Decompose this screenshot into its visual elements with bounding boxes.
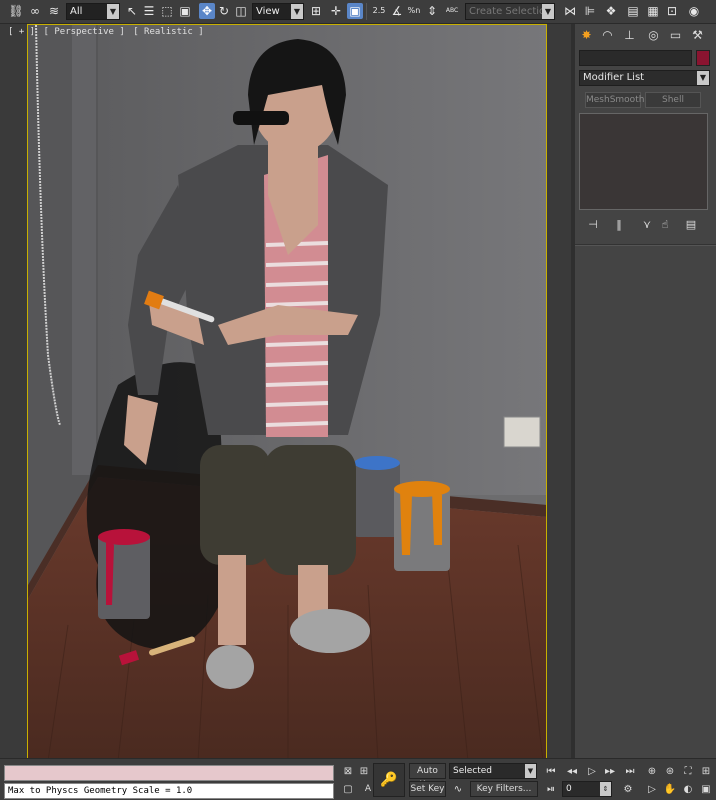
chevron-down-icon: ▼ bbox=[107, 4, 119, 19]
meshsmooth-button[interactable]: MeshSmooth bbox=[585, 92, 644, 108]
spinner-snap-icon[interactable]: ⇕ bbox=[424, 3, 440, 19]
display-tab-icon[interactable]: ▭ bbox=[667, 26, 684, 43]
maxscript-output-line[interactable]: Max to Physcs Geometry Scale = 1.0 bbox=[4, 783, 334, 799]
graphite-ribbon-icon[interactable]: ▤ bbox=[625, 3, 641, 19]
object-color-swatch[interactable] bbox=[696, 50, 710, 66]
next-frame-icon[interactable]: ▸▸ bbox=[602, 763, 618, 779]
status-bar: Max to Physcs Geometry Scale = 1.0 ⊠ ▢ ⊞… bbox=[0, 758, 716, 800]
key-mode-dropdown[interactable]: Selected ▼ bbox=[449, 763, 537, 779]
percent-snap-icon[interactable]: %n bbox=[406, 3, 422, 19]
chevron-down-icon: ▼ bbox=[697, 71, 709, 85]
make-unique-icon[interactable]: ⋎ bbox=[639, 216, 655, 232]
reference-coordinate-value: View bbox=[256, 6, 280, 17]
modifier-stack-list[interactable] bbox=[579, 113, 708, 210]
selection-filter-dropdown[interactable]: All ▼ bbox=[66, 3, 120, 20]
viewport-label[interactable]: [ + ] [ Perspective ] [ Realistic ] bbox=[8, 27, 207, 37]
absolute-mode-icon[interactable]: ⊞ bbox=[356, 763, 372, 779]
isolate-icon[interactable]: ▢ bbox=[340, 781, 356, 797]
select-manipulate-icon[interactable]: ✛ bbox=[328, 3, 344, 19]
chevron-down-icon: ▼ bbox=[542, 4, 554, 19]
key-mode-value: Selected bbox=[453, 766, 493, 776]
set-key-button[interactable]: Set Key bbox=[409, 781, 446, 797]
go-to-end-icon[interactable]: ⏭ bbox=[622, 763, 638, 779]
command-panel: ✸ ◠ ⊥ ◎ ▭ ⚒ Modifier List ▼ MeshSmooth S… bbox=[575, 24, 716, 758]
keyboard-shortcut-override-icon[interactable]: ▣ bbox=[347, 3, 363, 19]
pan-view-icon[interactable]: ✋ bbox=[662, 781, 678, 797]
window-crossing-icon[interactable]: ▣ bbox=[177, 3, 193, 19]
modifier-list-label: Modifier List bbox=[583, 72, 645, 83]
zoom-icon[interactable]: ⊕ bbox=[644, 763, 660, 779]
orbit-icon[interactable]: ◐ bbox=[680, 781, 696, 797]
layer-manager-icon[interactable]: ❖ bbox=[603, 3, 619, 19]
zoom-all-icon[interactable]: ⊛ bbox=[662, 763, 678, 779]
orange-paint-can bbox=[394, 481, 450, 571]
selection-filter-value: All bbox=[70, 6, 83, 17]
motion-tab-icon[interactable]: ◎ bbox=[645, 26, 662, 43]
panel-separator bbox=[575, 244, 716, 246]
field-of-view-icon[interactable]: ▷ bbox=[644, 781, 660, 797]
current-frame-field[interactable]: 0 ⇕ bbox=[562, 781, 612, 797]
edit-named-selections-icon[interactable]: ABC bbox=[444, 3, 460, 19]
rendered-scene bbox=[28, 25, 546, 759]
bind-space-warp-icon[interactable]: ≋ bbox=[46, 3, 62, 19]
align-icon[interactable]: ⊫ bbox=[582, 3, 598, 19]
current-frame-value: 0 bbox=[566, 784, 572, 794]
key-mode-toggle-icon[interactable]: ⏯ bbox=[543, 781, 559, 797]
lock-selection-icon[interactable]: ⊠ bbox=[340, 763, 356, 779]
modifier-list-dropdown[interactable]: Modifier List ▼ bbox=[579, 70, 710, 86]
red-paint-can bbox=[98, 529, 150, 619]
object-name-field[interactable] bbox=[579, 50, 692, 66]
hierarchy-tab-icon[interactable]: ⊥ bbox=[621, 26, 638, 43]
set-key-icon[interactable]: 🔑 bbox=[373, 763, 405, 797]
blue-paint-can bbox=[354, 456, 400, 537]
schematic-view-icon[interactable]: ⊡ bbox=[664, 3, 680, 19]
configure-modifier-sets-icon[interactable]: ▤ bbox=[683, 216, 699, 232]
show-end-result-icon[interactable]: ‖ bbox=[611, 216, 627, 232]
chevron-down-icon: ▼ bbox=[525, 764, 536, 778]
unlink-icon[interactable]: ∞ bbox=[27, 3, 43, 19]
shell-button[interactable]: Shell bbox=[645, 92, 701, 108]
remove-modifier-icon[interactable]: ☝ bbox=[657, 216, 673, 232]
perspective-viewport[interactable] bbox=[27, 24, 547, 760]
angle-snap-icon[interactable]: ∡ bbox=[389, 3, 405, 19]
chevron-down-icon: ▼ bbox=[291, 4, 303, 19]
pin-stack-icon[interactable]: ⊣ bbox=[585, 216, 601, 232]
named-selection-dropdown[interactable]: Create Selection Se ▼ bbox=[465, 3, 555, 20]
previous-frame-icon[interactable]: ◂◂ bbox=[564, 763, 580, 779]
reference-coordinate-dropdown[interactable]: View ▼ bbox=[252, 3, 304, 20]
default-tangent-icon[interactable]: ∿ bbox=[450, 781, 466, 797]
viewport-shading-menu[interactable]: [ Realistic ] bbox=[133, 27, 203, 37]
create-tab-icon[interactable]: ✸ bbox=[578, 26, 595, 43]
link-icon[interactable]: ⛓ bbox=[8, 3, 24, 19]
wall-outlet bbox=[503, 416, 541, 448]
main-toolbar: ⛓ ∞ ≋ All ▼ ↖ ☰ ⬚ ▣ ✥ ↻ ◫ View ▼ ⊞ ✛ ▣ 2… bbox=[0, 0, 716, 24]
select-by-name-icon[interactable]: ☰ bbox=[141, 3, 157, 19]
select-and-scale-icon[interactable]: ◫ bbox=[233, 3, 249, 19]
select-and-move-icon[interactable]: ✥ bbox=[199, 3, 215, 19]
viewport-plus-menu[interactable]: [ + ] bbox=[8, 27, 35, 37]
utilities-tab-icon[interactable]: ⚒ bbox=[689, 26, 706, 43]
key-filters-button[interactable]: Key Filters... bbox=[470, 781, 538, 797]
play-icon[interactable]: ▷ bbox=[584, 763, 600, 779]
select-object-icon[interactable]: ↖ bbox=[124, 3, 140, 19]
curve-editor-icon[interactable]: ▦ bbox=[645, 3, 661, 19]
mirror-icon[interactable]: ⋈ bbox=[562, 3, 578, 19]
time-configuration-icon[interactable]: ⚙ bbox=[620, 781, 636, 797]
go-to-start-icon[interactable]: ⏮ bbox=[543, 763, 559, 779]
rectangular-selection-icon[interactable]: ⬚ bbox=[159, 3, 175, 19]
select-and-rotate-icon[interactable]: ↻ bbox=[216, 3, 232, 19]
snaps-toggle-icon[interactable]: 2.5 bbox=[371, 3, 387, 19]
maximize-viewport-icon[interactable]: ▣ bbox=[698, 781, 714, 797]
viewport-pov-menu[interactable]: [ Perspective ] bbox=[44, 27, 125, 37]
material-editor-icon[interactable]: ◉ bbox=[686, 3, 702, 19]
zoom-extents-all-icon[interactable]: ⊞ bbox=[698, 763, 714, 779]
auto-key-button[interactable]: Auto Key bbox=[409, 763, 446, 790]
zoom-extents-icon[interactable]: ⛶ bbox=[680, 763, 696, 779]
pivot-center-icon[interactable]: ⊞ bbox=[308, 3, 324, 19]
wall-column bbox=[72, 25, 96, 475]
modify-tab-icon[interactable]: ◠ bbox=[599, 26, 616, 43]
maxscript-listener-input[interactable] bbox=[4, 765, 334, 781]
spinner-icon: ⇕ bbox=[600, 782, 611, 796]
toolbar-separator bbox=[366, 3, 367, 20]
